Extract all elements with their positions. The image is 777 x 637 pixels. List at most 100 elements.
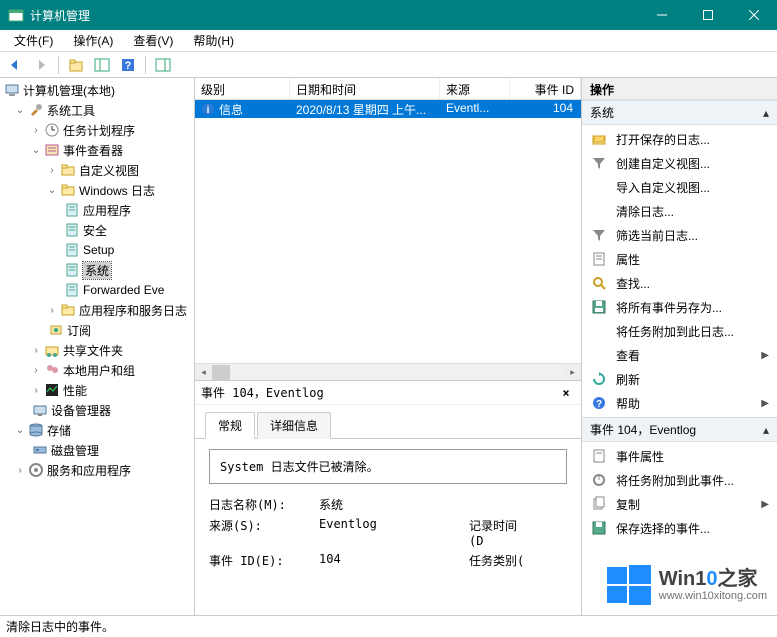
back-button[interactable]	[4, 54, 26, 76]
clock-icon	[44, 122, 60, 138]
source-label: 来源(S):	[209, 517, 319, 548]
tree-systools[interactable]: ⌄系统工具	[0, 100, 194, 120]
tree-security[interactable]: 安全	[0, 220, 194, 240]
action-view[interactable]: 查看▶	[582, 343, 777, 367]
col-source[interactable]: 来源	[440, 78, 510, 99]
action-filter-log[interactable]: 筛选当前日志...	[582, 223, 777, 247]
attach-icon	[590, 472, 608, 488]
scroll-left-button[interactable]: ◂	[195, 365, 212, 380]
menu-file[interactable]: 文件(F)	[6, 30, 61, 51]
up-button[interactable]	[65, 54, 87, 76]
details-close-button[interactable]: ×	[557, 386, 575, 400]
chevron-right-icon: ▶	[761, 350, 769, 361]
toolbar-separator	[145, 56, 146, 74]
action-open-saved[interactable]: 打开保存的日志...	[582, 127, 777, 151]
menu-action[interactable]: 操作(A)	[65, 30, 121, 51]
tree-services[interactable]: ›服务和应用程序	[0, 460, 194, 480]
action-help[interactable]: ?帮助▶	[582, 391, 777, 415]
action-import-custom[interactable]: 导入自定义视图...	[582, 175, 777, 199]
performance-icon	[44, 382, 60, 398]
caret-down-icon[interactable]: ⌄	[14, 104, 26, 116]
windows-logo-icon	[607, 563, 651, 607]
caret-down-icon[interactable]: ⌄	[14, 424, 26, 436]
tree-performance[interactable]: ›性能	[0, 380, 194, 400]
close-button[interactable]	[731, 0, 777, 30]
tree-customviews[interactable]: ›自定义视图	[0, 160, 194, 180]
tree-localusers[interactable]: ›本地用户和组	[0, 360, 194, 380]
caret-right-icon[interactable]: ›	[14, 464, 26, 476]
tree-root[interactable]: 计算机管理(本地)	[0, 80, 194, 100]
tree-tasksched[interactable]: ›任务计划程序	[0, 120, 194, 140]
caret-down-icon[interactable]: ⌄	[30, 144, 42, 156]
actions-group-event[interactable]: 事件 104，Eventlog▴	[582, 417, 777, 442]
actions-group-system[interactable]: 系统▴	[582, 100, 777, 125]
action-create-custom[interactable]: 创建自定义视图...	[582, 151, 777, 175]
collapse-icon[interactable]: ▴	[763, 106, 769, 120]
tab-details[interactable]: 详细信息	[257, 412, 331, 439]
tree-forwarded[interactable]: Forwarded Eve	[0, 280, 194, 300]
col-eventid[interactable]: 事件 ID	[510, 78, 581, 99]
action-event-props[interactable]: 事件属性	[582, 444, 777, 468]
tree-appservlogs[interactable]: ›应用程序和服务日志	[0, 300, 194, 320]
maximize-button[interactable]	[685, 0, 731, 30]
caret-right-icon[interactable]: ›	[30, 384, 42, 396]
help-button[interactable]: ?	[117, 54, 139, 76]
event-viewer-icon	[44, 142, 60, 158]
svg-text:?: ?	[596, 399, 602, 410]
action-attach-task[interactable]: 将任务附加到此日志...	[582, 319, 777, 343]
action-properties[interactable]: 属性	[582, 247, 777, 271]
action-attach-event[interactable]: 将任务附加到此事件...	[582, 468, 777, 492]
grid-row-selected[interactable]: i 信息 2020/8/13 星期四 上午... Eventl... 104	[195, 100, 581, 118]
tab-general[interactable]: 常规	[205, 412, 255, 439]
action-copy[interactable]: 复制▶	[582, 492, 777, 516]
navigation-tree[interactable]: 计算机管理(本地) ⌄系统工具 ›任务计划程序 ⌄事件查看器 ›自定义视图 ⌄W…	[0, 78, 195, 615]
log-icon	[64, 202, 80, 218]
caret-right-icon[interactable]: ›	[30, 364, 42, 376]
menu-help[interactable]: 帮助(H)	[185, 30, 242, 51]
col-level[interactable]: 级别	[195, 78, 290, 99]
collapse-icon[interactable]: ▴	[763, 423, 769, 437]
show-hide-action-button[interactable]	[152, 54, 174, 76]
action-refresh[interactable]: 刷新	[582, 367, 777, 391]
blank-icon	[590, 179, 608, 195]
tree-storage[interactable]: ⌄存储	[0, 420, 194, 440]
log-icon	[64, 242, 80, 258]
action-save-all[interactable]: 将所有事件另存为...	[582, 295, 777, 319]
save-icon	[590, 520, 608, 536]
col-datetime[interactable]: 日期和时间	[290, 78, 440, 99]
action-save-sel[interactable]: 保存选择的事件...	[582, 516, 777, 540]
menu-view[interactable]: 查看(V)	[125, 30, 181, 51]
caret-right-icon[interactable]: ›	[46, 304, 58, 316]
tree-subscriptions[interactable]: 订阅	[0, 320, 194, 340]
actions-list-system: 打开保存的日志... 创建自定义视图... 导入自定义视图... 清除日志...…	[582, 125, 777, 417]
action-clear-log[interactable]: 清除日志...	[582, 199, 777, 223]
copy-icon	[590, 496, 608, 512]
tree-diskmgmt[interactable]: 磁盘管理	[0, 440, 194, 460]
minimize-button[interactable]	[639, 0, 685, 30]
show-hide-tree-button[interactable]	[91, 54, 113, 76]
caret-right-icon[interactable]: ›	[46, 164, 58, 176]
tree-eventviewer[interactable]: ⌄事件查看器	[0, 140, 194, 160]
action-find[interactable]: 查找...	[582, 271, 777, 295]
horizontal-scrollbar[interactable]: ◂ ▸	[195, 363, 581, 380]
properties-icon	[590, 251, 608, 267]
scroll-thumb[interactable]	[212, 365, 230, 380]
tree-winlogs[interactable]: ⌄Windows 日志	[0, 180, 194, 200]
caret-right-icon[interactable]: ›	[30, 344, 42, 356]
tree-application[interactable]: 应用程序	[0, 200, 194, 220]
forward-button[interactable]	[30, 54, 52, 76]
tree-system[interactable]: 系统	[0, 260, 194, 280]
tree-sharedfolders[interactable]: ›共享文件夹	[0, 340, 194, 360]
svg-text:?: ?	[125, 60, 132, 72]
window-title: 计算机管理	[30, 7, 639, 24]
caret-right-icon[interactable]: ›	[30, 124, 42, 136]
tree-devicemgr[interactable]: 设备管理器	[0, 400, 194, 420]
caret-down-icon[interactable]: ⌄	[46, 184, 58, 196]
scroll-right-button[interactable]: ▸	[564, 365, 581, 380]
details-title: 事件 104，Eventlog	[201, 384, 324, 401]
logname-value: 系统	[319, 496, 469, 513]
details-tabs: 常规 详细信息	[195, 405, 581, 439]
actions-pane: 操作 系统▴ 打开保存的日志... 创建自定义视图... 导入自定义视图... …	[582, 78, 777, 615]
tree-setup[interactable]: Setup	[0, 240, 194, 260]
grid-body[interactable]: i 信息 2020/8/13 星期四 上午... Eventl... 104	[195, 100, 581, 363]
